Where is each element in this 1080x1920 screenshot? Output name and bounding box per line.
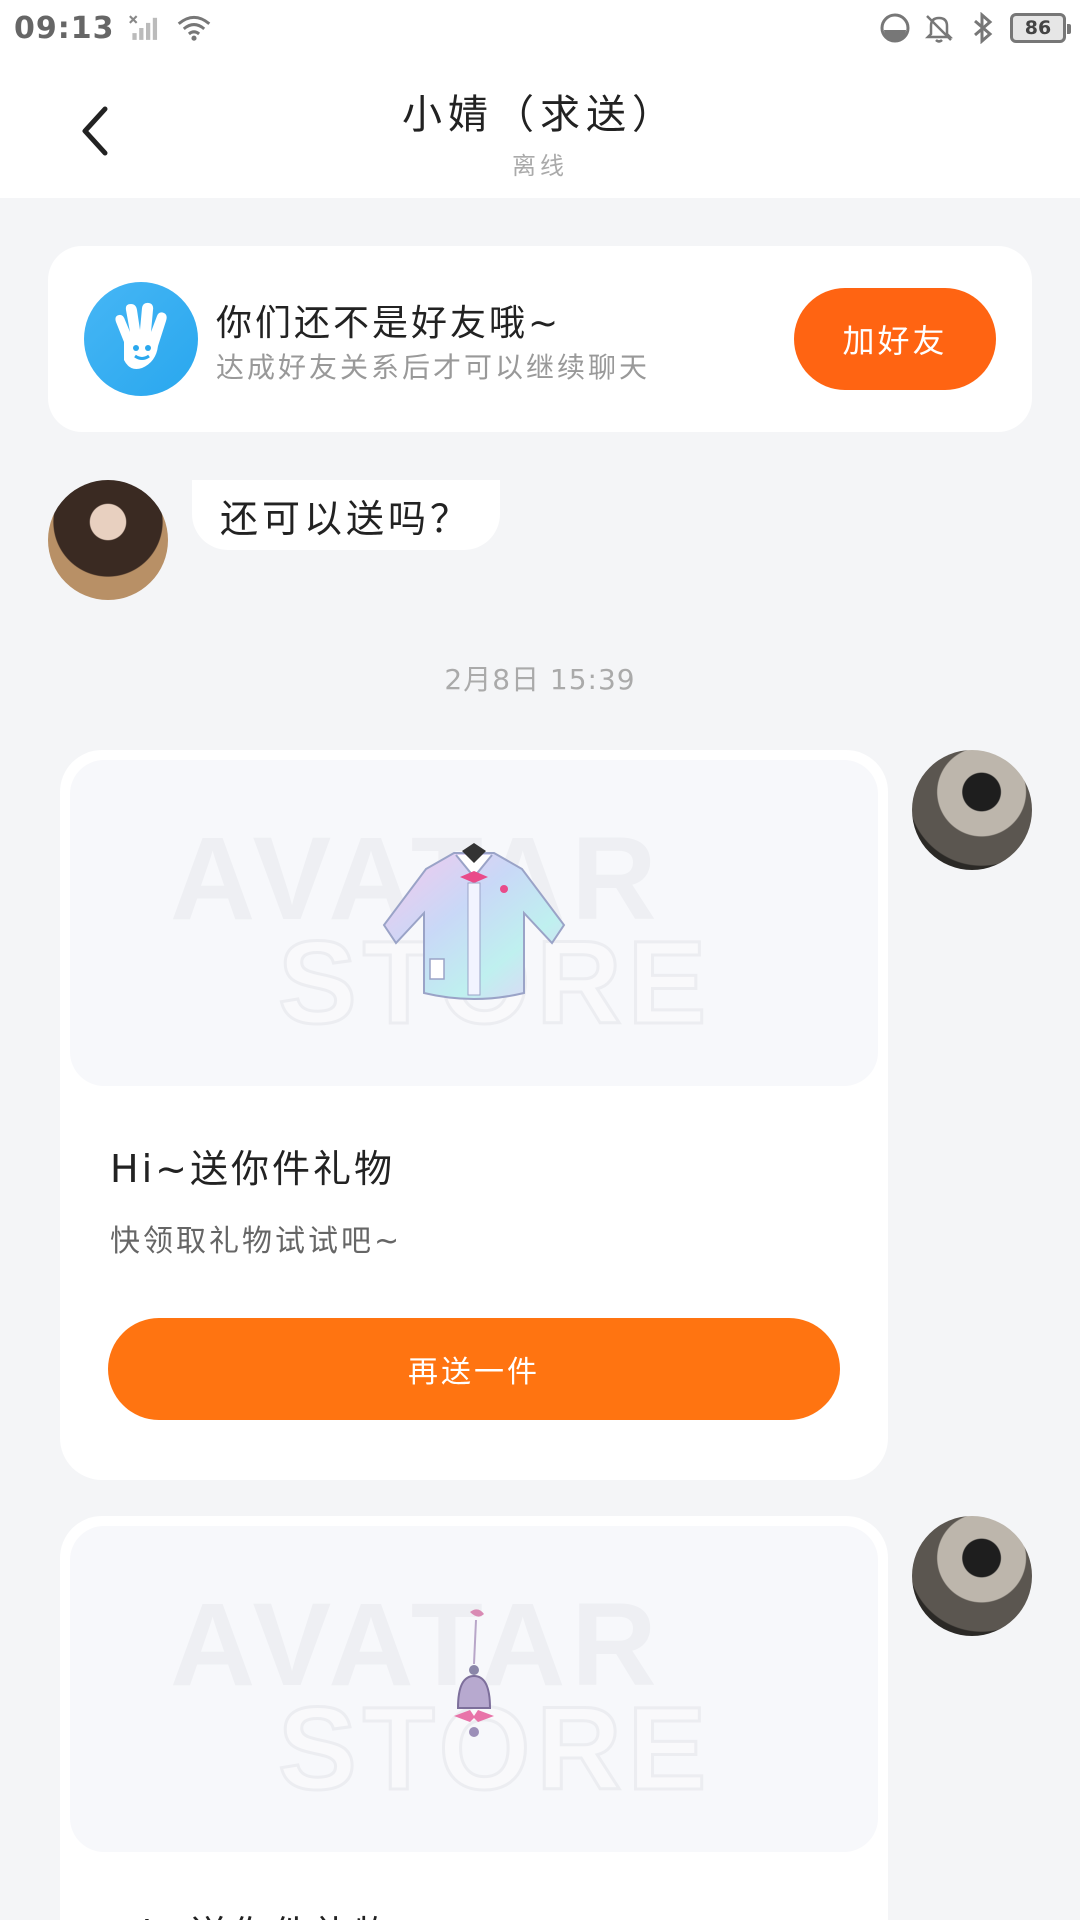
friend-banner-title: 你们还不是好友哦~ [216,303,562,344]
incoming-message: 还可以送吗？ [48,480,948,600]
send-another-button[interactable]: 再送一件 [108,1318,840,1420]
status-right: 86 [878,11,1071,45]
data-saver-icon [878,11,912,45]
battery-icon: 86 [1010,13,1071,43]
gift-card-description: 快领取礼物试试吧~ [110,1224,403,1259]
friend-request-banner: 你们还不是好友哦~ 达成好友关系后才可以继续聊天 加好友 [48,246,1032,432]
gift-card-title: Hi~送你件礼物 [110,1147,395,1191]
bell-ornament-icon [70,1526,878,1852]
gift-card-title: Hi~送你件礼物 [110,1904,395,1920]
online-status: 离线 [512,152,568,180]
chat-header: 小婧（求送） 离线 [0,56,1080,198]
gift-image[interactable]: AVATAR STORE [70,760,878,1086]
status-bar: 09:13 86 [0,0,1080,56]
page-title: 小婧（求送） [402,92,678,138]
message-timestamp: 2月8日 15:39 [444,663,636,696]
friend-banner-subtitle: 达成好友关系后才可以继续聊天 [216,351,651,384]
jacket-icon [70,760,878,1086]
gift-card[interactable]: AVATAR STORE [60,750,888,1480]
gift-card[interactable]: AVATAR STORE Hi~送你件礼物 [60,1516,888,1920]
no-signal-icon [128,11,163,45]
my-avatar[interactable] [912,1516,1032,1636]
wifi-icon [177,11,211,45]
my-avatar[interactable] [912,750,1032,870]
mute-bell-icon [922,11,956,45]
incoming-message-bubble[interactable]: 还可以送吗？ [192,480,501,550]
contact-avatar[interactable] [48,480,168,600]
gift-image[interactable]: AVATAR STORE [70,1526,878,1852]
status-time: 09:13 [14,10,115,46]
status-left: 09:13 [14,11,211,46]
add-friend-button[interactable]: 加好友 [794,288,996,390]
waving-hand-icon [84,282,198,396]
bluetooth-icon [966,11,1000,45]
title-wrap: 小婧（求送） 离线 [0,82,1080,181]
